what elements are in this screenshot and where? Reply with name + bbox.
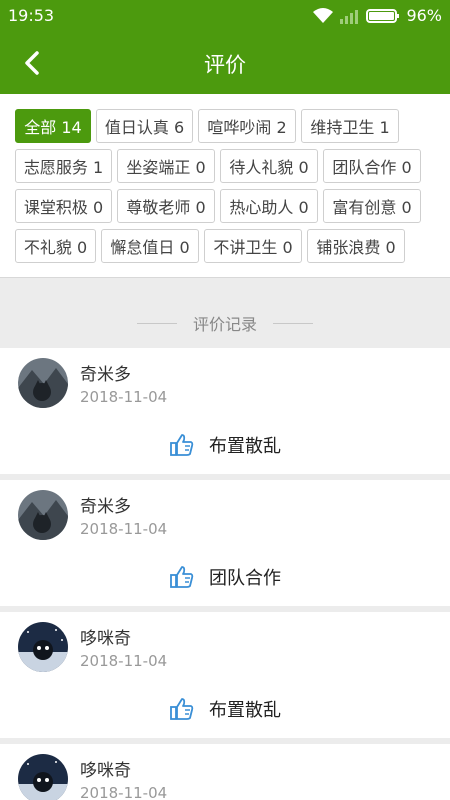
signal-icon (340, 9, 359, 24)
record-date: 2018-11-04 (80, 520, 168, 538)
status-time: 19:53 (8, 6, 55, 25)
filter-chip[interactable]: 懈怠值日 0 (101, 229, 199, 263)
evaluation-label: 团队合作 (209, 568, 281, 589)
filter-chip[interactable]: 喧哗吵闹 2 (198, 109, 296, 143)
app-bar: 评价 (0, 32, 450, 94)
filter-chip[interactable]: 值日认真 6 (96, 109, 193, 143)
filter-chip[interactable]: 尊敬老师 0 (117, 189, 215, 223)
avatar (18, 490, 68, 540)
status-icons: 96% (312, 6, 442, 25)
records-section-title: 评价记录 (0, 300, 450, 346)
record-card[interactable]: 哆咪奇 2018-11-04 布置散乱 (0, 612, 450, 738)
thumbs-up-icon (170, 698, 194, 720)
user-name: 奇米多 (80, 365, 131, 385)
filter-panel: 全部 14 值日认真 6 喧哗吵闹 2 维持卫生 1 志愿服务 1 坐姿端正 0… (0, 94, 450, 278)
filter-chip[interactable]: 志愿服务 1 (15, 149, 112, 183)
evaluation-row: 团队合作 (0, 564, 450, 590)
record-card[interactable]: 奇米多 2018-11-04 布置散乱 (0, 348, 450, 474)
user-name: 哆咪奇 (80, 629, 131, 649)
record-card[interactable]: 哆咪奇 2018-11-04 (0, 744, 450, 800)
avatar (18, 622, 68, 672)
status-bar: 19:53 96% (0, 0, 450, 32)
thumbs-up-icon (170, 434, 194, 456)
filter-chip[interactable]: 富有创意 0 (323, 189, 421, 223)
filter-chip[interactable]: 团队合作 0 (323, 149, 421, 183)
filter-chip[interactable]: 维持卫生 1 (301, 109, 399, 143)
record-card[interactable]: 奇米多 2018-11-04 团队合作 (0, 480, 450, 606)
battery-icon (366, 8, 400, 23)
user-name: 奇米多 (80, 497, 131, 517)
evaluation-label: 布置散乱 (209, 700, 281, 721)
avatar (18, 358, 68, 408)
filter-chip[interactable]: 待人礼貌 0 (220, 149, 318, 183)
avatar (18, 754, 68, 800)
user-name: 哆咪奇 (80, 761, 131, 781)
filter-chip[interactable]: 热心助人 0 (220, 189, 318, 223)
record-date: 2018-11-04 (80, 388, 168, 406)
filter-chip[interactable]: 铺张浪费 0 (307, 229, 405, 263)
evaluation-row: 布置散乱 (0, 696, 450, 722)
record-date: 2018-11-04 (80, 784, 168, 800)
evaluation-label: 布置散乱 (209, 436, 281, 457)
records-title: 评价记录 (192, 315, 257, 334)
thumbs-up-icon (170, 566, 194, 588)
record-date: 2018-11-04 (80, 652, 168, 670)
page-title: 评价 (204, 53, 246, 77)
divider-line (273, 322, 313, 324)
filter-chip[interactable]: 不讲卫生 0 (204, 229, 302, 263)
filter-chip[interactable]: 不礼貌 0 (15, 229, 96, 263)
divider-line (136, 322, 177, 324)
wifi-icon (313, 7, 334, 23)
filter-chip-all[interactable]: 全部 14 (15, 109, 91, 143)
battery-percent: 96% (406, 6, 442, 25)
filter-chip[interactable]: 课堂积极 0 (15, 189, 112, 223)
evaluation-row: 布置散乱 (0, 432, 450, 458)
filter-chip[interactable]: 坐姿端正 0 (117, 149, 215, 183)
